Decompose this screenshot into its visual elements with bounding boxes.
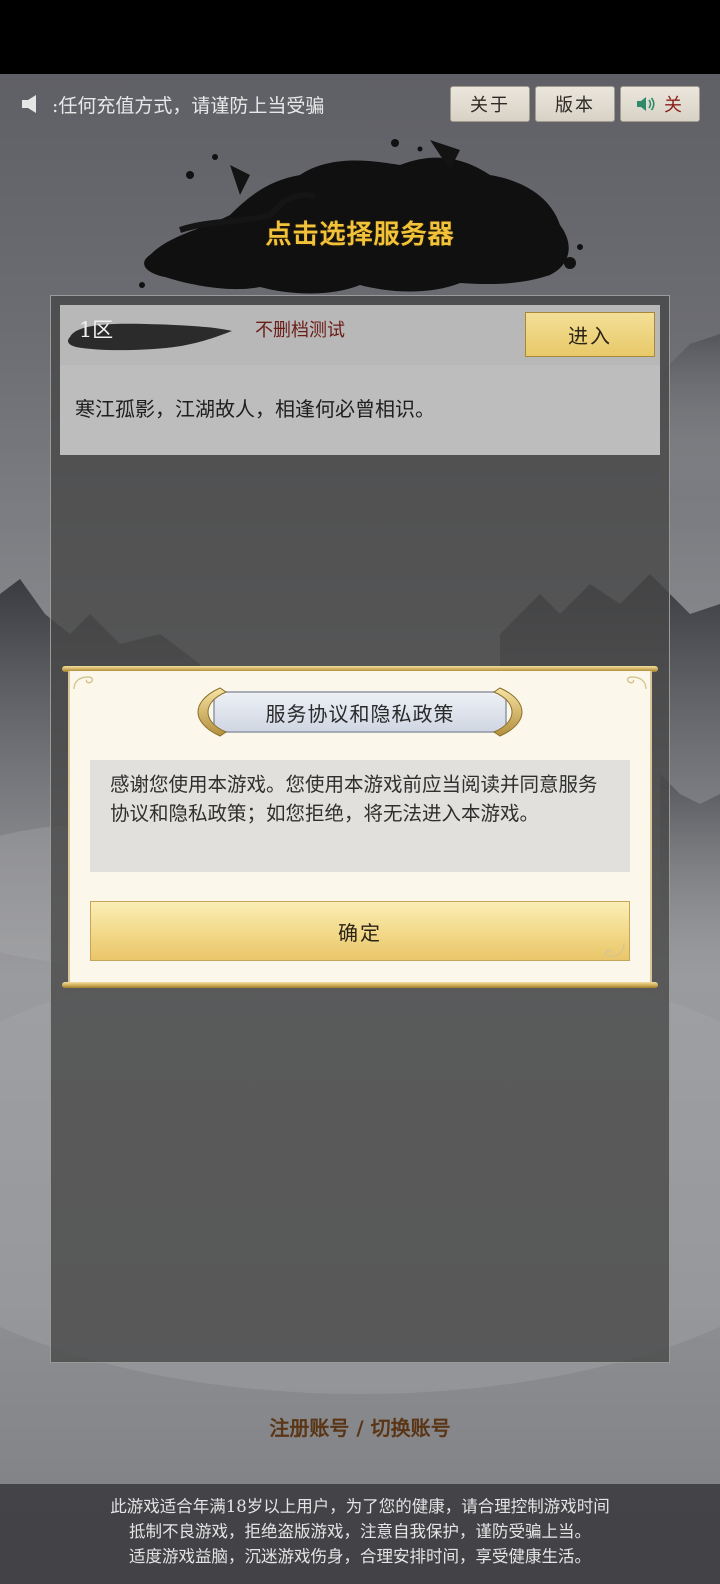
health-notice-line: 抵制不良游戏，拒绝盗版游戏，注意自我保护，谨防受骗上当。 bbox=[129, 1522, 591, 1541]
enter-button[interactable]: 进入 bbox=[525, 312, 655, 357]
about-button[interactable]: 关于 bbox=[450, 86, 530, 122]
version-button[interactable]: 版本 bbox=[535, 86, 615, 122]
server-description: 寒江孤影，江湖故人，相逢何必曾相识。 bbox=[75, 397, 435, 421]
dialog-title: 服务协议和隐私政策 bbox=[265, 701, 455, 726]
health-notice-line: 此游戏适合年满18岁以上用户，为了您的健康，请合理控制游戏时间 bbox=[110, 1497, 610, 1516]
register-account-link[interactable]: 注册账号 bbox=[269, 1416, 349, 1440]
account-separator: / bbox=[349, 1416, 371, 1440]
status-bar bbox=[0, 0, 720, 74]
confirm-button[interactable]: 确定 bbox=[90, 901, 630, 961]
speaker-icon bbox=[22, 95, 36, 113]
sound-toggle-button[interactable]: 关 bbox=[620, 86, 700, 122]
select-server-title[interactable]: 点击选择服务器 bbox=[0, 214, 720, 251]
scrolling-notice: :任何充值方式，请谨防上当受骗 bbox=[20, 90, 324, 118]
server-tag: 不删档测试 bbox=[255, 320, 345, 341]
speaker-on-icon bbox=[637, 97, 655, 111]
corner-swirl-icon bbox=[73, 676, 94, 690]
corner-swirl-icon bbox=[604, 943, 625, 957]
version-label: 版本 bbox=[555, 95, 595, 116]
health-notice-line: 适度游戏益脑，沉迷游戏伤身，合理安排时间，享受健康生活。 bbox=[129, 1547, 591, 1566]
about-label: 关于 bbox=[470, 95, 510, 116]
switch-account-link[interactable]: 切换账号 bbox=[371, 1416, 451, 1440]
account-links: 注册账号 / 切换账号 bbox=[0, 1414, 720, 1442]
dialog-message: 感谢您使用本游戏。您使用本游戏前应当阅读并同意服务协议和隐私政策；如您拒绝，将无… bbox=[110, 773, 598, 825]
server-zone: 1区 bbox=[78, 318, 114, 342]
corner-swirl-icon bbox=[626, 676, 647, 690]
notice-text: :任何充值方式，请谨防上当受骗 bbox=[52, 94, 325, 117]
dialog-bottom-border bbox=[62, 982, 658, 988]
confirm-label: 确定 bbox=[338, 920, 382, 945]
enter-label: 进入 bbox=[568, 324, 612, 348]
sound-label: 关 bbox=[664, 95, 684, 116]
